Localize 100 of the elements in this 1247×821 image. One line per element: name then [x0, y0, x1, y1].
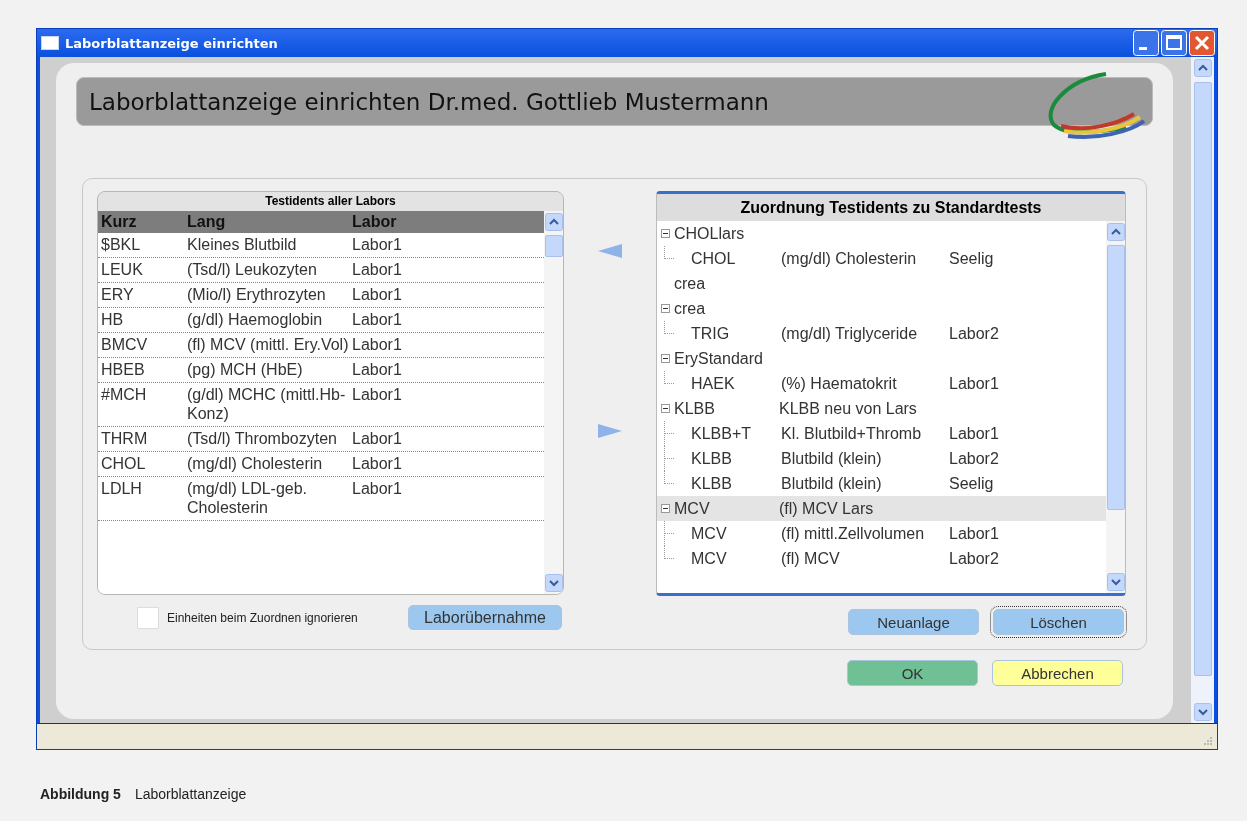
collapse-icon[interactable]: [661, 404, 670, 413]
scroll-up-icon[interactable]: [1106, 223, 1125, 241]
table-cell-text: ERY: [100, 285, 135, 304]
tree-title: Zuordnung Testidents zu Standardtests: [657, 194, 1125, 221]
tree-node-text: Labor1: [949, 424, 1000, 443]
column-header[interactable]: Lang: [184, 213, 349, 231]
action-button[interactable]: Neuanlage: [848, 609, 979, 635]
scrollbar-thumb[interactable]: [1106, 245, 1125, 510]
tree-node-label[interactable]: KLBB+T: [691, 424, 781, 443]
checkbox[interactable]: [137, 606, 159, 629]
tree-node-label[interactable]: EryStandard: [674, 349, 779, 368]
table-cell-text: (Mio/l) Erythrozyten: [186, 285, 327, 304]
figure-label: Abbildung 5: [40, 786, 121, 802]
table-cell-text: Labor1: [351, 360, 403, 379]
tree-node-text: Labor1: [949, 524, 1000, 543]
tree-node-text: Labor2: [949, 324, 1000, 343]
table-cell-text: (g/dl) MCHC (mittl.Hb-Konz): [186, 385, 347, 423]
tree-node-label[interactable]: MCV: [691, 524, 781, 543]
scroll-down-icon[interactable]: [1106, 573, 1125, 591]
table-title: Testidents aller Labors: [98, 192, 563, 211]
table-cell-text: LEUK: [100, 260, 144, 279]
tree-node-text: Blutbild (klein): [781, 449, 883, 468]
table-cell-text: (mg/dl) Cholesterin: [186, 454, 324, 473]
scroll-up-icon[interactable]: [544, 213, 563, 231]
table-cell-text: (Tsd/l) Thrombozyten: [186, 429, 338, 448]
tree-node-label[interactable]: TRIG: [691, 324, 781, 343]
tree-node-text: (mg/dl) Cholesterin: [781, 249, 918, 268]
table-cell-text: Labor1: [351, 479, 403, 499]
tree-node-text: Blutbild (klein): [781, 474, 883, 493]
scrollbar-thumb[interactable]: [544, 235, 563, 257]
minimize-icon[interactable]: [1133, 30, 1159, 56]
column-header[interactable]: Kurz: [98, 213, 184, 231]
tree-node-text: (%) Haematokrit: [781, 374, 898, 393]
table-cell-text: #MCH: [100, 385, 148, 405]
tree-node-text: Labor2: [949, 449, 1000, 468]
tree-node-text: Labor2: [949, 549, 1000, 568]
table-cell-text: HBEB: [100, 360, 146, 379]
collapse-icon[interactable]: [661, 304, 670, 313]
tree-node-text: Seelig: [949, 249, 995, 268]
tree-node-text: Labor1: [949, 374, 1000, 393]
header-title: Laborblattanzeige einrichten Dr.med. Gottlieb Mustermann: [89, 88, 769, 115]
tree-node-label[interactable]: KLBB: [674, 399, 779, 418]
tree-node-label[interactable]: crea: [674, 299, 779, 318]
tree-node-label[interactable]: HAEK: [691, 374, 781, 393]
tree-node-text: Seelig: [949, 474, 995, 493]
table-cell-text: Kleines Blutbild: [186, 235, 298, 254]
collapse-icon[interactable]: [661, 504, 670, 513]
scroll-up-icon[interactable]: [1193, 59, 1212, 77]
tree-node-label[interactable]: MCV: [674, 499, 779, 518]
tree-node-label[interactable]: MCV: [691, 549, 781, 568]
tree-node-text: (mg/dl) Triglyceride: [781, 324, 919, 343]
table-cell-text: BMCV: [100, 335, 149, 354]
tree-node-label[interactable]: CHOLlars: [674, 224, 779, 243]
table-cell-text: Labor1: [351, 385, 403, 405]
table-cell-text: Labor1: [351, 260, 403, 279]
tree-node-label[interactable]: KLBB: [691, 474, 781, 493]
table-cell-text: CHOL: [100, 454, 147, 473]
tree-node-text: (fl) MCV Lars: [779, 499, 875, 518]
maximize-icon[interactable]: [1161, 30, 1187, 56]
collapse-icon[interactable]: [661, 354, 670, 363]
scroll-down-icon[interactable]: [544, 574, 563, 592]
tree-node-text: Kl. Blutbild+Thromb: [781, 424, 923, 443]
checkbox-label: Einheiten beim Zuordnen ignorieren: [167, 610, 358, 625]
table-cell-text: (g/dl) Haemoglobin: [186, 310, 324, 329]
scrollbar[interactable]: [1191, 57, 1214, 723]
table-cell-text: Labor1: [351, 429, 403, 448]
table-cell-text: (fl) MCV (mittl. Ery.Vol): [186, 335, 349, 354]
tree-node-label[interactable]: KLBB: [691, 449, 781, 468]
collapse-icon[interactable]: [661, 229, 670, 238]
table-cell-text: $BKL: [100, 235, 142, 254]
action-button[interactable]: OK: [847, 660, 978, 686]
table-cell-text: Labor1: [351, 285, 403, 304]
table-cell-text: Labor1: [351, 335, 403, 354]
scrollbar[interactable]: [544, 211, 563, 594]
column-header[interactable]: Labor: [349, 213, 429, 231]
figure-caption: Laborblattanzeige: [134, 786, 247, 802]
transfer-button[interactable]: Laborübernahme: [408, 605, 562, 630]
scroll-down-icon[interactable]: [1193, 703, 1212, 721]
table-cell-text: Labor1: [351, 454, 403, 473]
table-cell-text: (pg) MCH (HbE): [186, 360, 304, 379]
table-cell-text: THRM: [100, 429, 149, 448]
table-cell-text: HB: [100, 310, 125, 329]
scrollbar[interactable]: [1106, 221, 1125, 593]
tree-node-label[interactable]: CHOL: [691, 249, 781, 268]
resize-grip-icon[interactable]: [1203, 736, 1213, 746]
scrollbar-thumb[interactable]: [1193, 82, 1212, 676]
tree-node-text: (fl) mittl.Zellvolumen: [781, 524, 926, 543]
table-cell-text: (mg/dl) LDL-geb. Cholesterin: [186, 479, 309, 517]
selected-row[interactable]: MCV (fl) MCV Lars: [657, 496, 1106, 521]
window-title: Laborblattanzeige einrichten: [65, 35, 278, 51]
action-button[interactable]: Löschen: [993, 609, 1124, 635]
table-cell-text: LDLH: [100, 479, 143, 499]
action-button[interactable]: Abbrechen: [992, 660, 1123, 686]
table-cell-text: (Tsd/l) Leukozyten: [186, 260, 318, 279]
table-cell-text: Labor1: [351, 310, 403, 329]
table-cell-text: Labor1: [351, 235, 403, 254]
tree-node-text: KLBB neu von Lars: [779, 399, 918, 418]
window-icon: [41, 36, 59, 50]
close-icon[interactable]: [1189, 30, 1215, 56]
tree-node-label[interactable]: crea: [674, 274, 779, 293]
